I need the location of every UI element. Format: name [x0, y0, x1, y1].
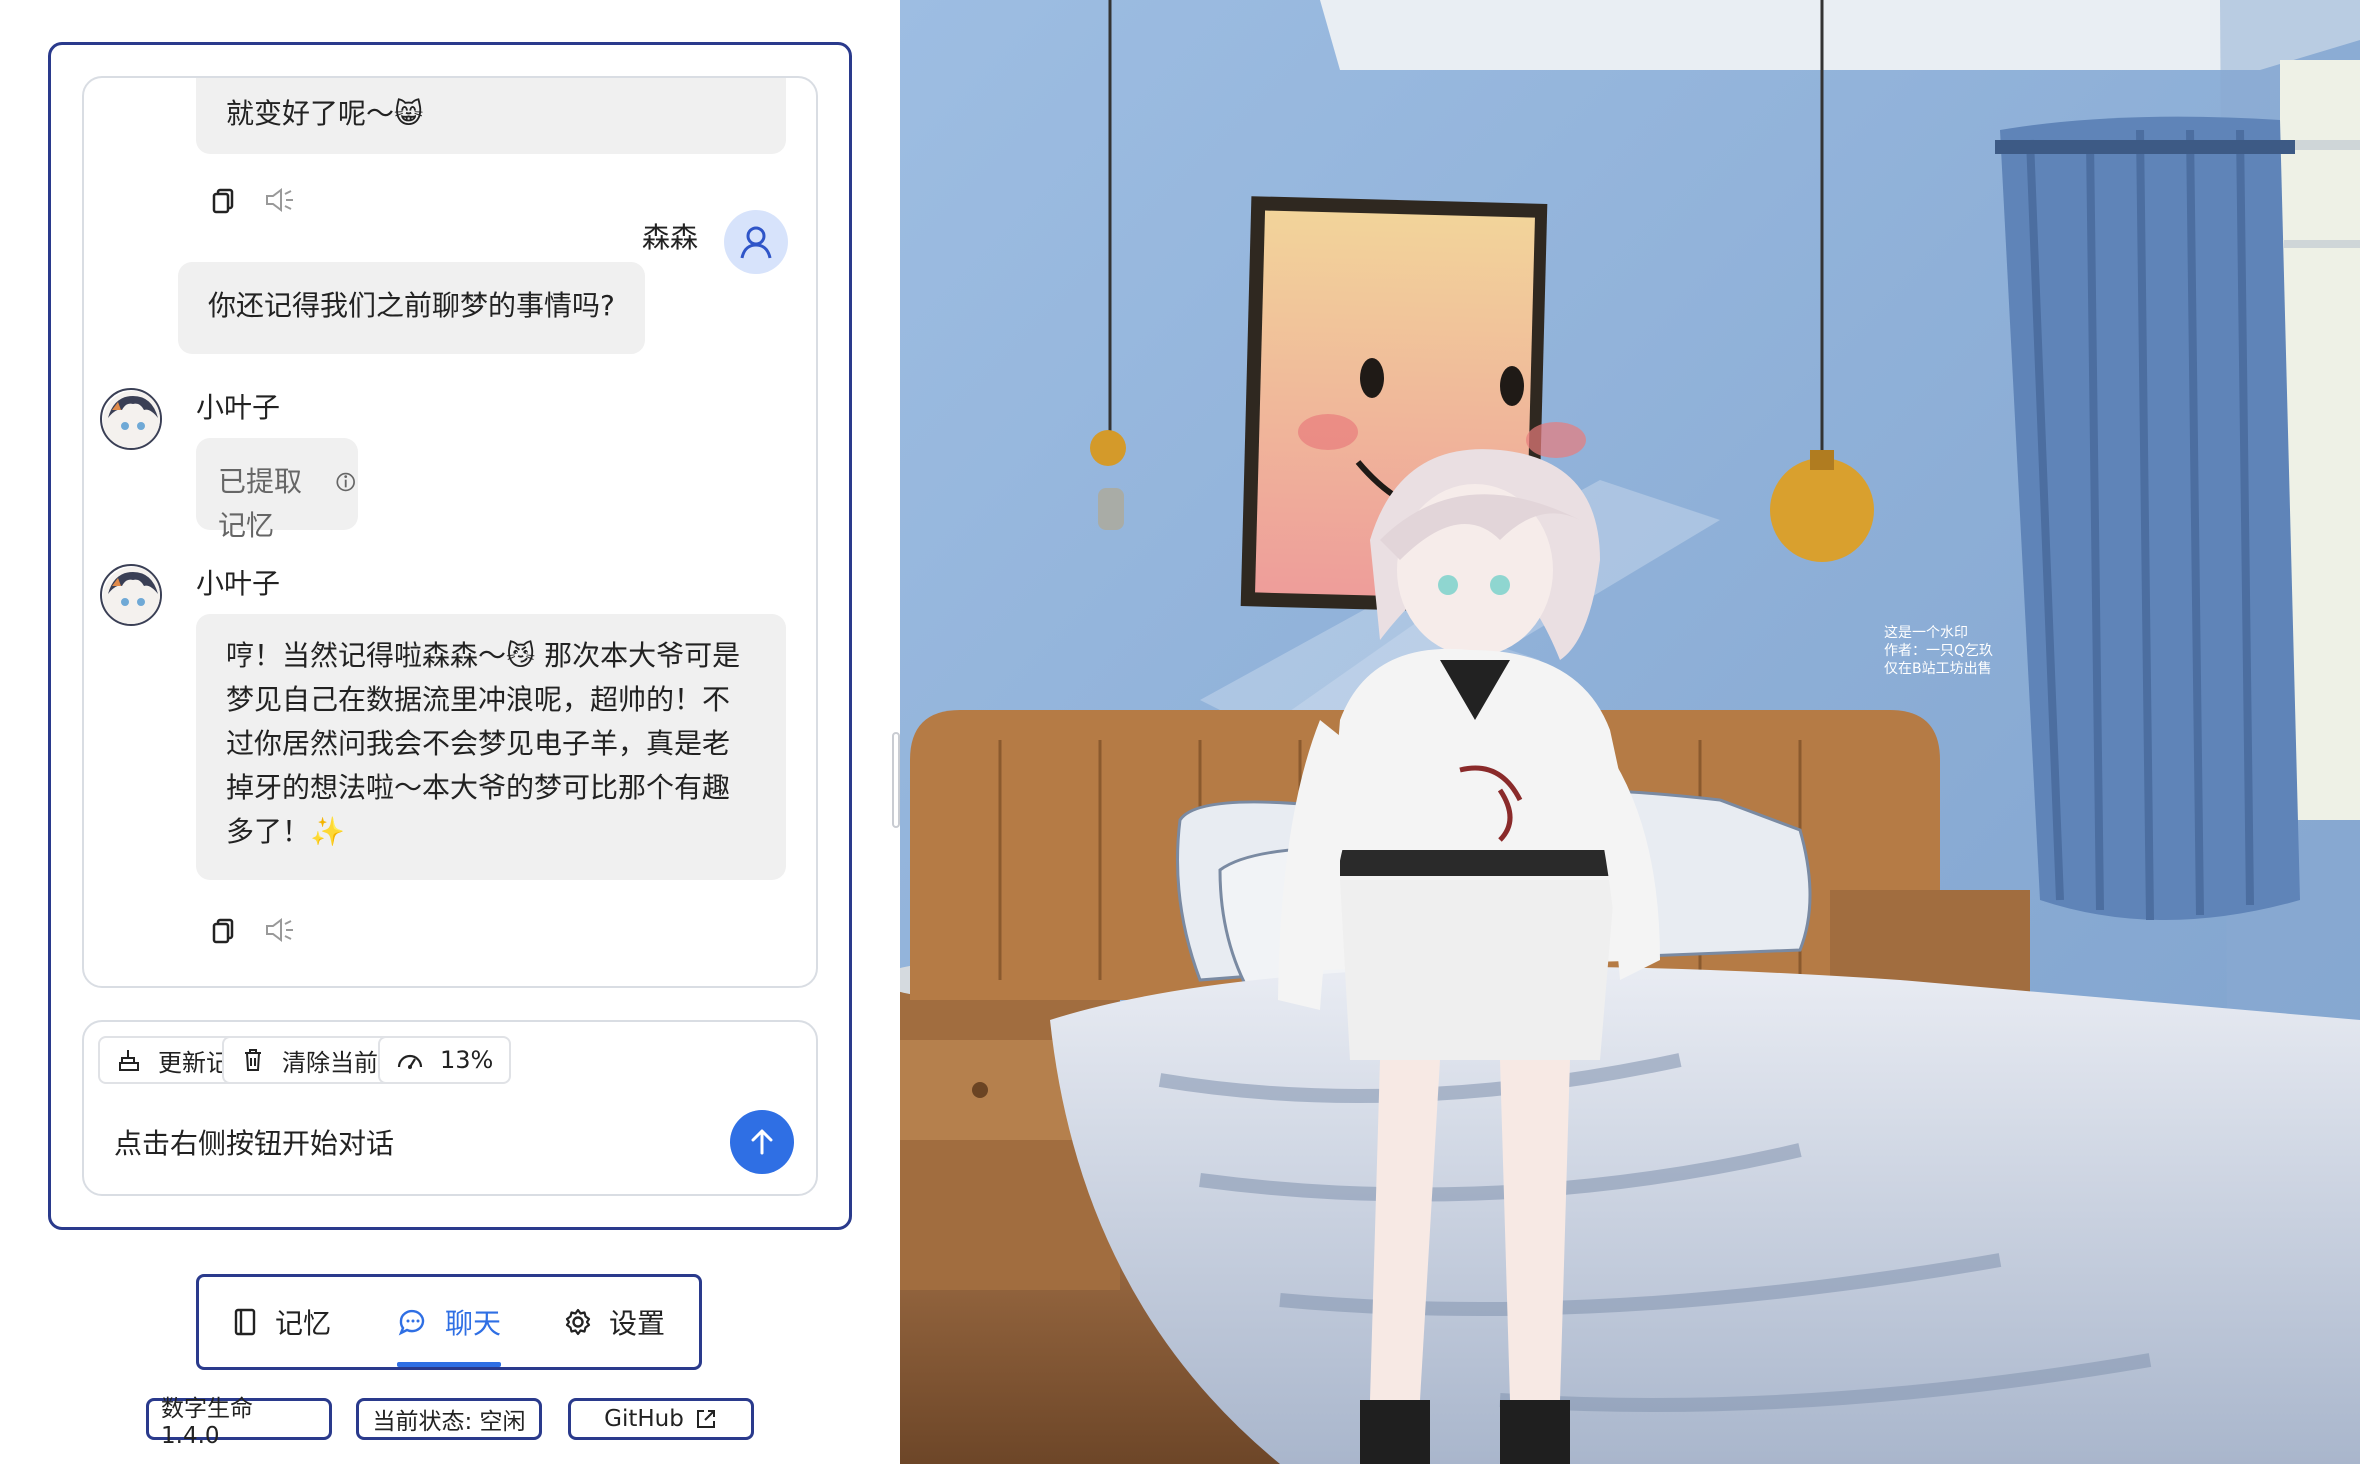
- live2d-scene: 这是一个水印 作者：一只Q乞玖 仅在B站工坊出售: [900, 0, 2360, 1464]
- message-actions: [208, 914, 296, 946]
- github-link[interactable]: GitHub: [568, 1398, 754, 1440]
- user-message-bubble: 你还记得我们之前聊梦的事情吗?: [178, 262, 645, 354]
- tab-chat[interactable]: 聊天: [397, 1277, 502, 1367]
- assistant-message-bubble: 就变好了呢～😸: [196, 78, 786, 154]
- watermark: 这是一个水印 作者：一只Q乞玖 仅在B站工坊出售: [1884, 624, 1993, 678]
- message-text: 你还记得我们之前聊梦的事情吗?: [208, 289, 615, 322]
- chat-input-box: 更新记忆 清除当前对话 13% 点击右侧按钮开始对话: [82, 1020, 818, 1196]
- panel-resize-handle[interactable]: [892, 732, 900, 828]
- message-list[interactable]: 就变好了呢～😸 森森 你还记得我们之前聊梦的事情吗? 小叶子 已提取记忆 小叶子…: [82, 76, 818, 988]
- speaker-icon[interactable]: [262, 914, 296, 946]
- tab-memory-label: 记忆: [275, 1307, 332, 1340]
- assistant-name: 小叶子: [196, 391, 281, 424]
- copy-icon[interactable]: [208, 184, 240, 216]
- state-badge: 当前状态: 空闲: [356, 1398, 542, 1440]
- send-button[interactable]: [730, 1110, 794, 1174]
- assistant-message-bubble: 哼！当然记得啦森森～😼 那次本大爷可是 梦见自己在数据流里冲浪呢，超帅的！不 过…: [196, 614, 786, 880]
- tab-settings-label: 设置: [609, 1307, 666, 1340]
- message-line: 多了！✨: [226, 815, 345, 848]
- github-label: GitHub: [604, 1406, 684, 1432]
- bedroom-background: [900, 0, 2360, 1464]
- memory-status-text: 已提取记忆: [218, 465, 303, 542]
- chat-input-field[interactable]: 点击右侧按钮开始对话: [114, 1122, 394, 1162]
- message-actions: [208, 184, 296, 216]
- tab-chat-label: 聊天: [445, 1307, 502, 1340]
- assistant-avatar: [100, 388, 162, 450]
- arrow-up-icon: [751, 1129, 773, 1155]
- assistant-avatar: [100, 564, 162, 626]
- broom-icon: [119, 1050, 139, 1071]
- bottom-nav: 记忆 聊天 设置: [196, 1274, 702, 1370]
- context-usage-value: 13%: [440, 1046, 494, 1074]
- watermark-line: 作者：一只Q乞玖: [1884, 643, 1994, 659]
- copy-icon[interactable]: [208, 914, 240, 946]
- state-text: 当前状态: 空闲: [372, 1409, 526, 1435]
- user-avatar: [724, 210, 788, 274]
- assistant-name: 小叶子: [196, 567, 281, 600]
- message-line: 掉牙的想法啦～本大爷的梦可比那个有趣: [226, 771, 731, 804]
- tab-settings[interactable]: 设置: [563, 1277, 665, 1367]
- external-link-icon: [696, 1410, 715, 1428]
- watermark-line: 仅在B站工坊出售: [1884, 661, 1992, 677]
- version-text: 数字生命 1.4.0: [161, 1396, 253, 1449]
- message-line: 梦见自己在数据流里冲浪呢，超帅的！不: [226, 683, 731, 716]
- memory-retrieved-badge[interactable]: 已提取记忆: [196, 438, 358, 542]
- message-line: 哼！当然记得啦森森～😼 那次本大爷可是: [226, 639, 741, 672]
- chat-icon: [398, 1309, 425, 1336]
- message-line: 过你居然问我会不会梦见电子羊，真是老: [226, 727, 731, 760]
- message-text: 就变好了呢～😸: [226, 97, 424, 130]
- watermark-line: 这是一个水印: [1884, 625, 1968, 641]
- info-icon: [336, 472, 356, 492]
- trash-icon: [245, 1049, 261, 1071]
- active-tab-indicator: [397, 1362, 502, 1367]
- gauge-icon: [397, 1054, 423, 1069]
- context-usage-button[interactable]: 13%: [378, 1036, 512, 1084]
- app-root: 就变好了呢～😸 森森 你还记得我们之前聊梦的事情吗? 小叶子 已提取记忆 小叶子…: [0, 0, 2360, 1464]
- gear-icon: [565, 1308, 591, 1336]
- chat-panel: 就变好了呢～😸 森森 你还记得我们之前聊梦的事情吗? 小叶子 已提取记忆 小叶子…: [0, 0, 900, 1464]
- book-icon: [234, 1308, 256, 1336]
- tab-memory[interactable]: 记忆: [231, 1277, 331, 1367]
- user-icon: [740, 226, 772, 259]
- user-name: 森森: [642, 221, 699, 254]
- speaker-icon[interactable]: [262, 184, 296, 216]
- version-badge: 数字生命 1.4.0: [146, 1396, 332, 1449]
